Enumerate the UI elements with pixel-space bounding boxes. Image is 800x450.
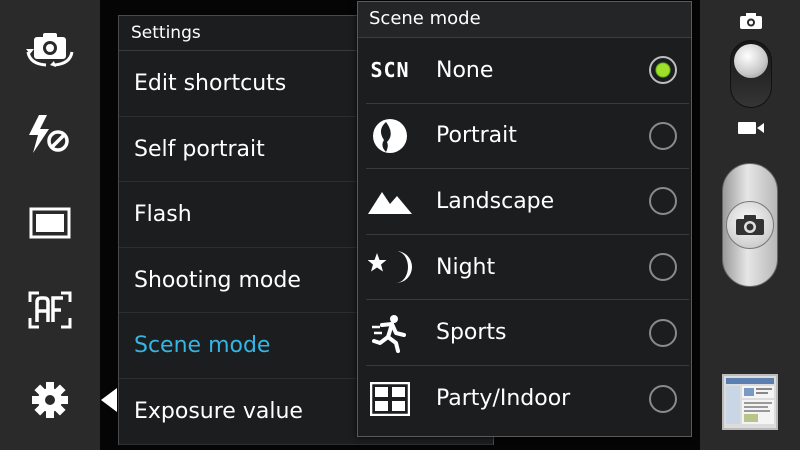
scene-option-label: Night <box>436 254 496 280</box>
radio-unselected[interactable] <box>649 187 677 216</box>
flash-off-button[interactable] <box>20 105 80 165</box>
radio-unselected[interactable] <box>649 253 677 282</box>
scene-option-none[interactable]: SCN None <box>366 38 689 104</box>
scene-option-sports[interactable]: Sports <box>366 300 689 366</box>
scene-option-label: Landscape <box>436 188 555 214</box>
scn-icon: SCN <box>368 48 412 92</box>
scn-icon-text: SCN <box>370 58 410 83</box>
gallery-thumbnail[interactable] <box>722 374 778 430</box>
scene-mode-title: Scene mode <box>358 2 691 38</box>
landscape-icon <box>368 179 412 223</box>
night-icon <box>368 245 412 289</box>
scene-option-label: Portrait <box>436 123 517 149</box>
portrait-icon <box>368 114 412 158</box>
radio-unselected[interactable] <box>649 121 677 150</box>
photo-size-button[interactable] <box>20 193 80 253</box>
shutter-button[interactable] <box>722 163 778 287</box>
switch-camera-icon <box>26 33 74 67</box>
party-indoor-icon <box>368 377 412 421</box>
scene-option-party-indoor[interactable]: Party/Indoor <box>366 366 689 432</box>
flash-off-icon <box>29 115 69 153</box>
camera-shutter-icon <box>736 215 764 235</box>
scene-option-portrait[interactable]: Portrait <box>366 104 689 170</box>
settings-pointer-arrow <box>101 388 117 412</box>
scene-mode-popup: Scene mode SCN None Portrait Landscape N… <box>357 1 692 437</box>
shutter-inner[interactable] <box>726 201 774 249</box>
photo-size-icon <box>29 207 71 239</box>
scene-option-label: None <box>436 57 494 83</box>
video-mode-icon <box>738 122 764 134</box>
settings-button[interactable] <box>20 370 80 430</box>
mode-switch-knob[interactable] <box>734 44 768 78</box>
radio-unselected[interactable] <box>649 384 677 413</box>
radio-selected[interactable] <box>649 56 677 85</box>
focus-mode-af-icon <box>28 291 72 329</box>
camera-video-mode-switch[interactable] <box>730 40 772 108</box>
sports-icon <box>368 311 412 355</box>
focus-mode-button[interactable] <box>20 280 80 340</box>
settings-gear-icon <box>32 382 68 418</box>
radio-unselected[interactable] <box>649 318 677 347</box>
scene-option-landscape[interactable]: Landscape <box>366 169 689 235</box>
scene-option-night[interactable]: Night <box>366 235 689 301</box>
scene-option-label: Party/Indoor <box>436 386 571 412</box>
scene-option-label: Sports <box>436 320 507 346</box>
camera-mode-icon <box>740 13 762 29</box>
switch-camera-button[interactable] <box>20 18 80 78</box>
left-toolbar <box>0 0 100 450</box>
